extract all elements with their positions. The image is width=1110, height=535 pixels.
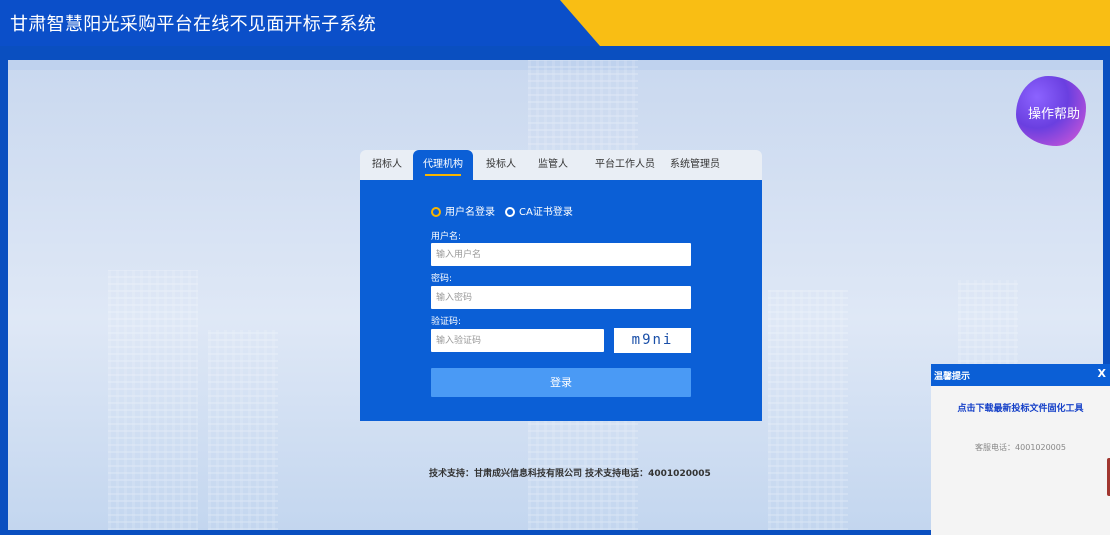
username-input[interactable]: [431, 243, 691, 266]
tab-platform-staff[interactable]: 平台工作人员: [590, 150, 660, 180]
radio-username-login[interactable]: 用户名登录: [431, 203, 495, 218]
tab-system-admin[interactable]: 系统管理员: [664, 150, 726, 180]
building-decoration: [768, 290, 848, 530]
radio-unselected-icon: [505, 207, 515, 217]
header-accent: [560, 0, 1110, 46]
captcha-input[interactable]: [431, 329, 604, 352]
username-label: 用户名:: [431, 232, 462, 242]
help-button[interactable]: 操作帮助: [1016, 76, 1088, 148]
radio-ca-label: CA证书登录: [519, 207, 573, 218]
close-icon[interactable]: X: [1098, 367, 1106, 380]
building-decoration: [208, 330, 278, 530]
download-tool-link[interactable]: 点击下载最新投标文件固化工具: [931, 401, 1110, 414]
tech-support-footer: 技术支持：甘肃成兴信息科技有限公司 技术支持电话：4001020005: [429, 469, 711, 479]
tab-agency-label: 代理机构: [423, 159, 463, 170]
popup-header: 温馨提示 X: [931, 364, 1110, 386]
app-title: 甘肃智慧阳光采购平台在线不见面开标子系统: [10, 14, 376, 35]
active-tab-underline: [425, 174, 461, 176]
notice-popup: 温馨提示 X 点击下载最新投标文件固化工具 客服电话：4001020005: [931, 364, 1110, 535]
role-tabs: 招标人 代理机构 投标人 监管人 平台工作人员 系统管理员: [360, 150, 762, 180]
radio-username-label: 用户名登录: [445, 207, 495, 218]
login-button[interactable]: 登录: [431, 368, 691, 397]
tab-tenderer[interactable]: 招标人: [368, 150, 406, 180]
radio-ca-login[interactable]: CA证书登录: [505, 203, 573, 218]
tab-bidder[interactable]: 投标人: [482, 150, 520, 180]
password-label: 密码:: [431, 274, 453, 284]
captcha-label: 验证码:: [431, 317, 462, 327]
app-header: 甘肃智慧阳光采购平台在线不见面开标子系统: [0, 0, 1110, 46]
popup-title: 温馨提示: [934, 372, 971, 382]
password-input[interactable]: [431, 286, 691, 309]
help-label: 操作帮助: [1028, 107, 1081, 122]
tab-agency[interactable]: 代理机构: [413, 150, 473, 180]
captcha-image[interactable]: m9ni: [614, 328, 691, 353]
service-phone: 客服电话：4001020005: [975, 443, 1066, 452]
tab-supervisor[interactable]: 监管人: [534, 150, 572, 180]
building-decoration: [108, 270, 198, 530]
radio-selected-icon: [431, 207, 441, 217]
